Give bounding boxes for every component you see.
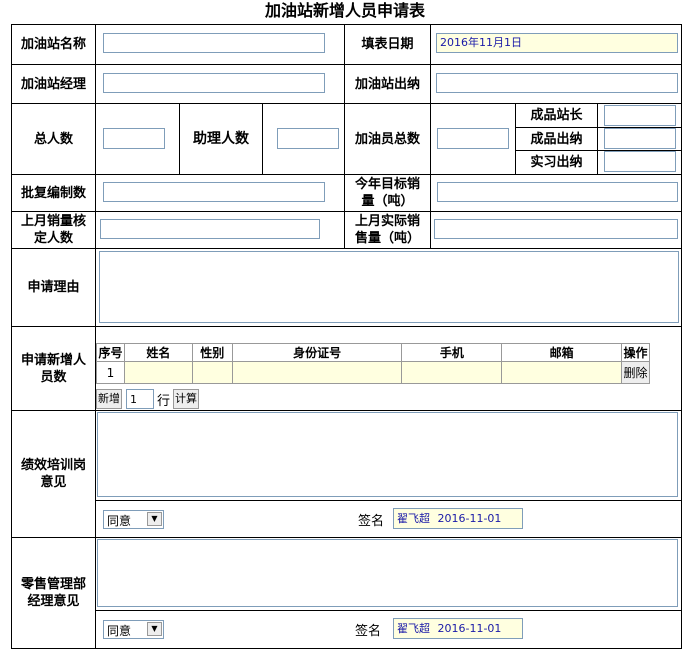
reason-textarea[interactable]: [99, 251, 679, 323]
retail-sign-label: 签名: [355, 624, 382, 639]
attendant-total-label: 加油员总数: [354, 131, 420, 147]
retail-signer: 翟飞超: [397, 622, 430, 635]
retail-decision-value: 同意: [107, 624, 132, 638]
fill-date-label: 填表日期: [361, 37, 414, 52]
station-cashier-label: 加油站出纳: [354, 76, 420, 92]
product-cashier-input[interactable]: [604, 128, 676, 149]
col-email-header: 邮箱: [501, 343, 622, 362]
station-manager-label: 加油站经理: [20, 76, 86, 92]
col-index-header: 序号: [96, 343, 125, 362]
row-name-cell[interactable]: [123, 361, 193, 384]
station-name-label: 加油站名称: [20, 37, 86, 52]
delete-row-button[interactable]: 删除: [620, 361, 651, 384]
performance-decision-value: 同意: [107, 514, 132, 528]
retail-signature-field[interactable]: 翟飞超 2016-11-01: [393, 618, 523, 639]
performance-sign-date: 2016-11-01: [437, 512, 502, 525]
performance-opinion-textarea[interactable]: [97, 412, 678, 497]
col-gender-header: 性别: [191, 343, 233, 362]
performance-signer: 翟飞超: [397, 512, 430, 525]
chevron-down-icon: ▼: [147, 512, 162, 526]
row-unit-label: 行: [157, 394, 171, 409]
performance-sign-label: 签名: [358, 514, 385, 529]
row-gender-cell[interactable]: [191, 361, 233, 384]
product-cashier-label: 成品出纳: [530, 131, 583, 147]
approved-headcount-input[interactable]: [103, 182, 325, 202]
row-index: 1: [96, 361, 125, 384]
row-email-cell[interactable]: [501, 361, 622, 384]
table-row: 1 删除: [96, 361, 651, 384]
annual-target-label: 今年目标销量（吨）: [354, 177, 420, 209]
col-phone-header: 手机: [401, 343, 503, 362]
total-staff-label: 总人数: [33, 131, 73, 147]
col-action-header: 操作: [620, 343, 651, 362]
row-phone-cell[interactable]: [401, 361, 503, 384]
annual-target-input[interactable]: [437, 182, 678, 202]
station-name-input[interactable]: [103, 33, 325, 53]
performance-decision-select[interactable]: 同意 ▼: [103, 510, 164, 529]
row-id-cell[interactable]: [231, 361, 403, 384]
retail-decision-select[interactable]: 同意 ▼: [103, 620, 164, 639]
col-name-header: 姓名: [123, 343, 193, 362]
retail-sign-date: 2016-11-01: [437, 622, 502, 635]
intern-cashier-label: 实习出纳: [530, 155, 583, 170]
assistant-count-input[interactable]: [277, 128, 339, 149]
product-station-head-label: 成品站长: [530, 108, 583, 123]
approved-headcount-label: 批复编制数: [20, 185, 86, 201]
chevron-down-icon: ▼: [147, 622, 162, 636]
station-cashier-input[interactable]: [436, 73, 678, 93]
retail-opinion-label: 零售管理部经理意见: [20, 577, 86, 609]
last-month-quota-input[interactable]: [100, 219, 320, 239]
retail-opinion-textarea[interactable]: [97, 539, 678, 607]
last-month-actual-input[interactable]: [434, 219, 678, 239]
intern-cashier-input[interactable]: [604, 151, 676, 172]
reason-label: 申请理由: [27, 280, 80, 295]
form-title: 加油站新增人员申请表: [264, 1, 425, 20]
new-staff-label: 申请新增人员数: [20, 352, 86, 385]
performance-opinion-label: 绩效培训岗意见: [20, 458, 86, 490]
row-count-input[interactable]: [126, 389, 154, 409]
last-month-quota-label: 上月销量核定人数: [20, 214, 86, 246]
performance-signature-field[interactable]: 翟飞超 2016-11-01: [393, 508, 523, 529]
attendant-total-input[interactable]: [437, 128, 509, 149]
station-manager-input[interactable]: [103, 73, 325, 93]
col-id-header: 身份证号: [231, 343, 403, 362]
product-station-head-input[interactable]: [604, 105, 676, 126]
total-staff-input[interactable]: [103, 128, 165, 149]
add-row-button[interactable]: 新增: [96, 389, 122, 409]
last-month-actual-label: 上月实际销售量（吨）: [354, 214, 420, 246]
staff-table: 序号 姓名 性别 身份证号 手机 邮箱 操作 1 删除: [96, 343, 651, 384]
staff-table-header: 序号 姓名 性别 身份证号 手机 邮箱 操作: [96, 343, 651, 362]
fill-date-field[interactable]: 2016年11月1日: [436, 33, 678, 53]
calculate-button[interactable]: 计算: [173, 389, 199, 409]
assistant-count-label: 助理人数: [193, 130, 249, 147]
